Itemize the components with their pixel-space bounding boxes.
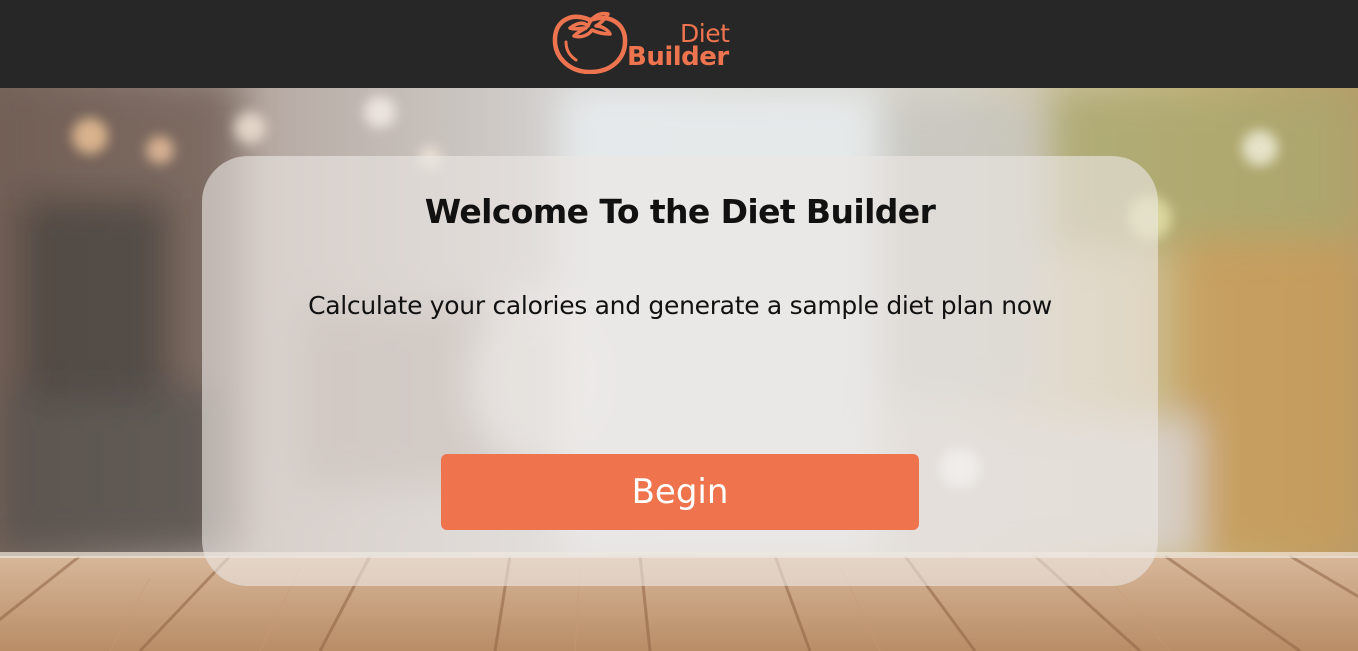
begin-button[interactable]: Begin: [441, 454, 919, 530]
welcome-subtitle: Calculate your calories and generate a s…: [308, 291, 1052, 320]
logo-text-builder: Builder: [627, 42, 729, 72]
welcome-card: Welcome To the Diet Builder Calculate yo…: [202, 156, 1158, 586]
top-navbar: Diet Builder: [0, 0, 1358, 88]
tomato-icon: [552, 11, 628, 74]
site-logo[interactable]: Diet Builder: [552, 4, 742, 76]
welcome-title: Welcome To the Diet Builder: [424, 192, 936, 231]
page: Diet Builder Welcome To the Diet Builder…: [0, 0, 1358, 651]
